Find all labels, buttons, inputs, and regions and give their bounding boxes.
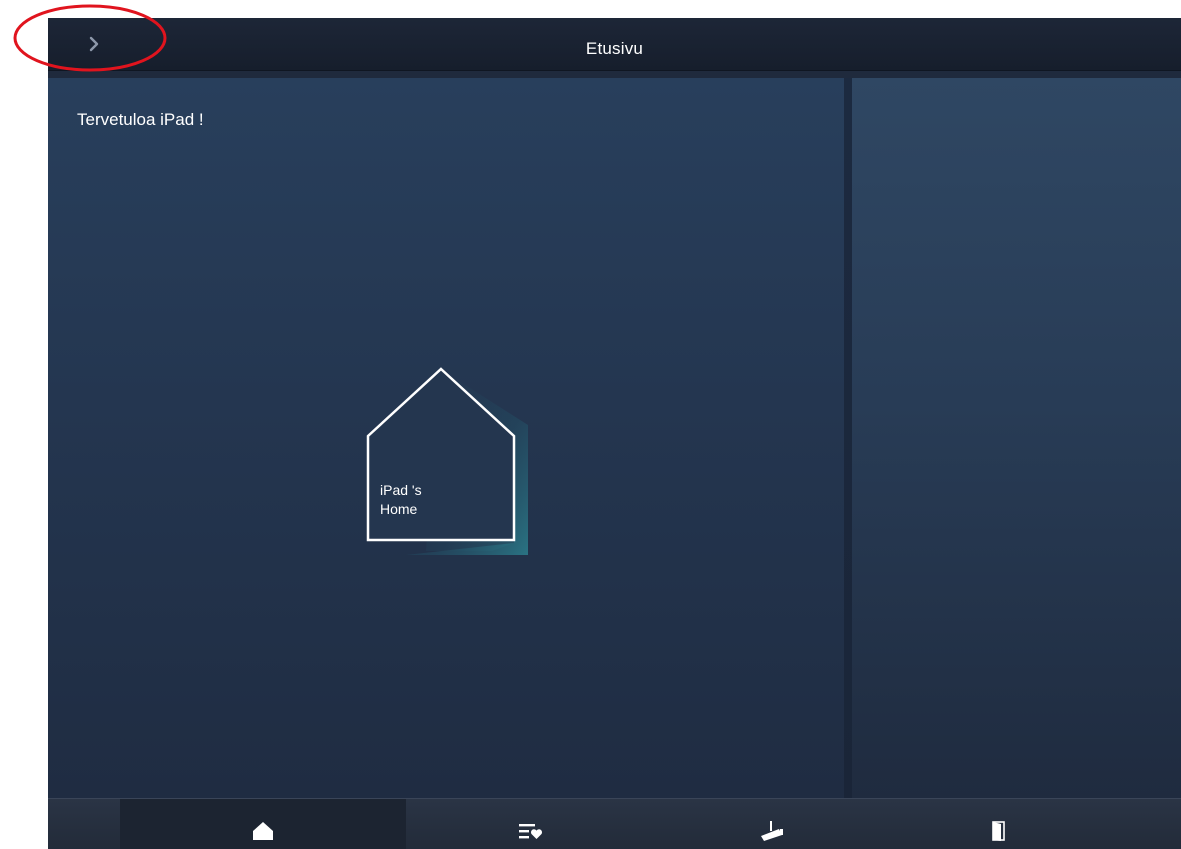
side-panel	[852, 78, 1181, 798]
door-icon	[992, 820, 1005, 841]
page-title: Etusivu	[585, 39, 644, 58]
welcome-text: Tervetuloa iPad !	[77, 110, 204, 129]
house-outline-icon	[366, 367, 528, 555]
tab-camera[interactable]	[656, 799, 888, 849]
app-screen: Etusivu Tervetuloa iPad ! iPad 's Home	[48, 18, 1181, 849]
tab-home[interactable]	[120, 799, 406, 849]
home-icon	[253, 821, 273, 840]
panel-divider	[844, 78, 852, 798]
home-tile[interactable]: iPad 's Home	[366, 365, 531, 555]
tab-favorites[interactable]	[406, 799, 656, 849]
expand-sidebar-button[interactable]	[76, 32, 112, 56]
bottom-tab-bar	[48, 798, 1181, 849]
chevron-right-icon	[89, 36, 99, 52]
camera-icon	[761, 820, 783, 841]
header-shadow-strip	[48, 71, 1181, 78]
tab-door[interactable]	[888, 799, 1110, 849]
home-tile-label: iPad 's Home	[380, 482, 422, 517]
favorites-list-icon	[519, 823, 543, 839]
top-bar: Etusivu	[48, 18, 1181, 71]
